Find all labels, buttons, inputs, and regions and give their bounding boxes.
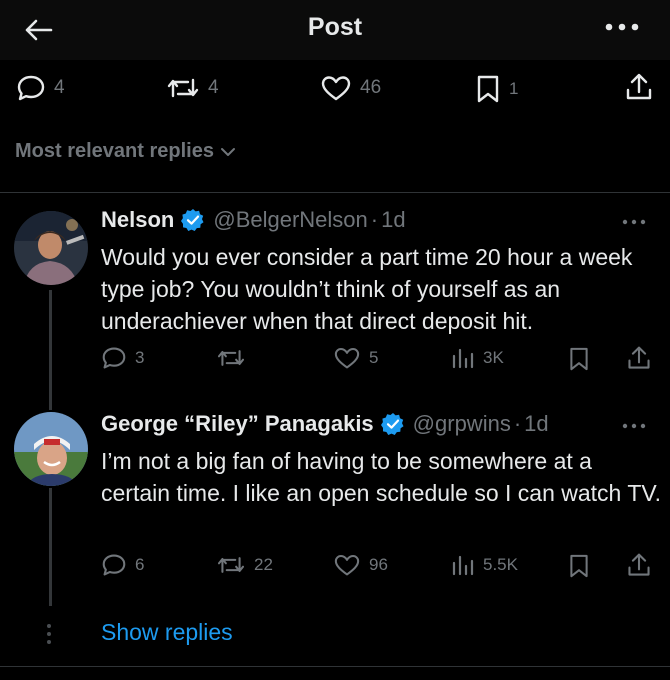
like-button[interactable]: 46: [320, 74, 381, 102]
tweet-more-button[interactable]: [620, 416, 648, 436]
separator: ·: [513, 411, 522, 436]
page-title: Post: [307, 13, 363, 41]
tweet-text: I’m not a big fan of having to be somewh…: [101, 448, 661, 506]
top-bar: Post: [0, 0, 670, 60]
views-button[interactable]: 5.5K: [451, 553, 518, 577]
avatar[interactable]: [14, 412, 88, 486]
repost-button[interactable]: 22: [216, 553, 273, 577]
tweet-text: Would you ever consider a part time 20 h…: [101, 244, 633, 334]
verified-badge-icon: [380, 412, 405, 436]
verified-badge-icon: [181, 208, 205, 232]
views-button[interactable]: 3K: [451, 346, 504, 370]
timestamp[interactable]: 1d: [381, 207, 405, 233]
timestamp[interactable]: 1d: [524, 411, 548, 437]
sort-label: Most relevant replies: [15, 140, 214, 162]
like-count: 46: [360, 77, 382, 98]
reply-button[interactable]: 4: [16, 74, 65, 102]
divider: [0, 666, 670, 667]
share-button[interactable]: [626, 552, 652, 578]
tweet-action-bar: 6 22 96 5.5K: [0, 553, 670, 583]
author-handle[interactable]: @grpwins: [413, 411, 511, 437]
repost-icon: [217, 557, 245, 573]
avatar-image: [14, 211, 88, 285]
bookmark-button[interactable]: [568, 553, 590, 579]
reply-icon: [102, 554, 126, 576]
like-count: 96: [369, 555, 388, 574]
show-replies-link[interactable]: Show replies: [101, 619, 233, 646]
repost-button[interactable]: 4: [166, 74, 219, 102]
bookmark-count: 1: [509, 79, 519, 98]
views-count: 3K: [483, 348, 504, 367]
separator: ·: [370, 207, 379, 232]
avatar[interactable]: [14, 211, 88, 285]
like-button[interactable]: 96: [333, 553, 388, 577]
author-name[interactable]: George “Riley” Panagakis: [101, 411, 374, 437]
divider: [0, 192, 670, 193]
replies-sort-dropdown[interactable]: Most relevant replies: [15, 140, 236, 163]
reply-icon: [17, 75, 45, 101]
thread-continuation-dots: [47, 624, 51, 644]
share-icon: [628, 346, 650, 369]
tweet-more-button[interactable]: [620, 212, 648, 232]
repost-icon: [167, 78, 199, 98]
heart-icon: [334, 554, 360, 576]
reply-button[interactable]: 6: [101, 553, 144, 577]
tweet-header: Nelson @BelgerNelson · 1d: [101, 207, 406, 233]
author-handle[interactable]: @BelgerNelson: [213, 207, 367, 233]
chevron-down-icon: [220, 147, 235, 156]
repost-icon: [217, 350, 245, 366]
more-options-button[interactable]: [604, 12, 640, 42]
share-icon: [626, 73, 652, 100]
more-horizontal-icon: [622, 219, 646, 225]
thread-line: [49, 488, 52, 606]
repost-count: 4: [208, 77, 219, 98]
reply-icon: [102, 347, 126, 369]
heart-icon: [334, 347, 360, 369]
like-count: 5: [369, 348, 379, 367]
reply-count: 4: [54, 77, 65, 98]
avatar-image: [14, 412, 88, 486]
post-action-bar: 4 4 46 1: [0, 72, 670, 104]
share-icon: [628, 553, 650, 576]
reply-button[interactable]: 3: [101, 346, 144, 370]
bookmark-icon: [570, 347, 588, 371]
views-chart-icon: [452, 555, 474, 576]
views-count: 5.5K: [483, 555, 518, 574]
share-button[interactable]: [626, 345, 652, 371]
repost-count: 22: [254, 555, 273, 574]
reply-count: 6: [135, 555, 145, 574]
bookmark-button[interactable]: 1: [475, 74, 518, 104]
share-button[interactable]: [624, 72, 654, 102]
more-horizontal-icon: [605, 23, 639, 31]
tweet-header: George “Riley” Panagakis @grpwins · 1d: [101, 411, 549, 437]
more-horizontal-icon: [622, 423, 646, 429]
heart-icon: [321, 76, 351, 101]
tweet-action-bar: 3 5 3K: [0, 346, 670, 376]
author-name[interactable]: Nelson: [101, 207, 174, 233]
reply-count: 3: [135, 348, 145, 367]
bookmark-icon: [477, 75, 499, 103]
like-button[interactable]: 5: [333, 346, 378, 370]
bookmark-icon: [570, 554, 588, 578]
repost-button[interactable]: [216, 346, 254, 370]
views-chart-icon: [452, 348, 474, 369]
bookmark-button[interactable]: [568, 346, 590, 372]
